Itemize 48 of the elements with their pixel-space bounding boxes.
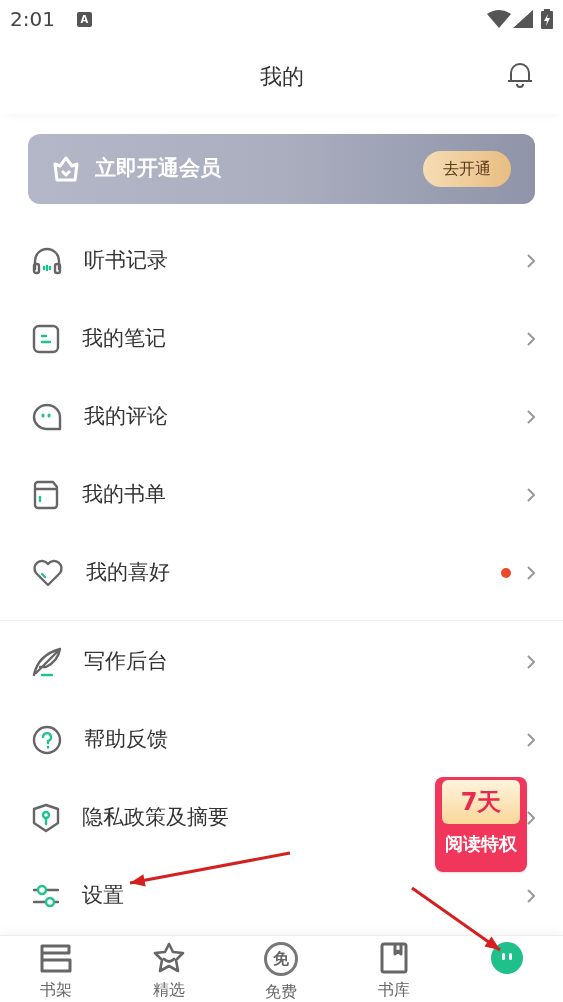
wifi-icon [487, 10, 511, 28]
menu-item[interactable]: 设置 [82, 880, 124, 912]
tab-bar-item[interactable]: 免 免费 [225, 936, 338, 1002]
chevron-right-icon[interactable] [527, 254, 535, 268]
menu-item[interactable]: 我的评论 [84, 401, 168, 433]
menu-item[interactable]: 听书记录 [84, 245, 168, 277]
chevron-right-icon[interactable] [527, 733, 535, 747]
chevron-right-icon[interactable] [527, 655, 535, 669]
chevron-right-icon[interactable] [527, 332, 535, 346]
bookshelf-icon [39, 942, 74, 974]
chevron-right-icon[interactable] [527, 889, 535, 903]
notification-badge: A [76, 11, 92, 27]
tab-bar-item[interactable]: 书库 [337, 936, 451, 1002]
battery-icon [541, 9, 553, 29]
smiley-icon [490, 942, 523, 974]
heart-icon [32, 559, 64, 587]
shield-icon [32, 803, 60, 833]
menu-item[interactable]: 我的书单 [82, 479, 166, 511]
star-icon [151, 942, 186, 974]
chevron-right-icon[interactable] [527, 488, 535, 502]
notification-bell-icon[interactable] [506, 60, 534, 88]
tab-bar-item[interactable]: 精选 [112, 936, 226, 1002]
promo-badge[interactable]: 7天 阅读特权 [435, 777, 527, 872]
open-membership-button[interactable]: 去开通 [423, 151, 511, 187]
chevron-right-icon[interactable] [527, 410, 535, 424]
feather-icon [32, 647, 62, 677]
menu-item[interactable]: 写作后台 [84, 646, 168, 678]
tab-bar-item[interactable]: 书架 [0, 936, 113, 1002]
free-icon: 免 [264, 942, 299, 976]
menu-item[interactable]: 帮助反馈 [84, 724, 168, 756]
note-icon [32, 324, 60, 354]
status-time: 2:01 [10, 6, 55, 33]
chevron-right-icon[interactable] [527, 811, 535, 825]
vip-banner[interactable]: 立即开通会员 去开通 [28, 134, 535, 204]
book-icon [380, 942, 409, 974]
menu-item[interactable]: 我的笔记 [82, 323, 166, 355]
menu-item[interactable]: 我的喜好 [86, 557, 170, 589]
sliders-icon [32, 883, 60, 909]
headphones-icon [32, 247, 62, 275]
help-icon [32, 725, 62, 755]
signal-icon [513, 10, 533, 28]
page-title: 我的 [259, 62, 304, 91]
speech-bubble-icon [32, 403, 62, 431]
book-list-icon [32, 480, 60, 510]
crown-icon [52, 156, 80, 182]
chevron-right-icon[interactable] [527, 566, 535, 580]
menu-item[interactable]: 隐私政策及摘要 [82, 802, 229, 834]
banner-text: 立即开通会员 [95, 155, 221, 183]
